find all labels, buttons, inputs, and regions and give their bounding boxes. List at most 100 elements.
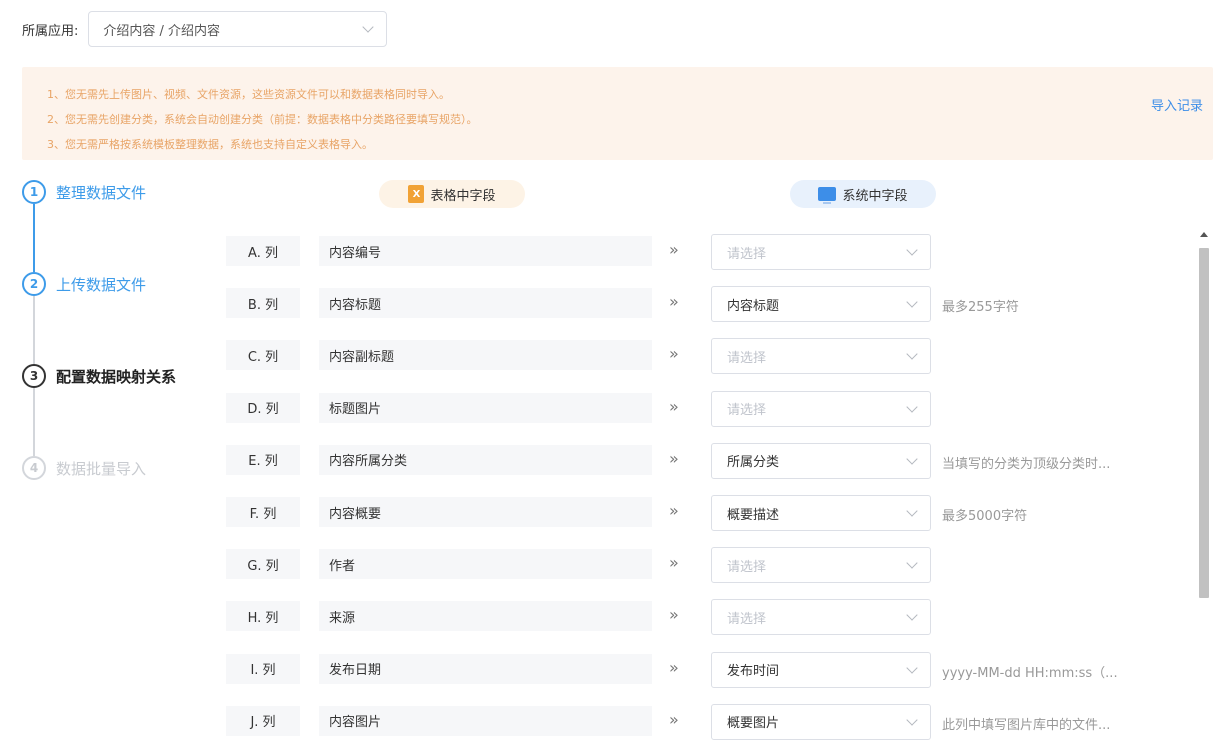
table-field-name: 标题图片 — [319, 392, 652, 423]
column-letter: E. 列 — [226, 444, 300, 475]
system-field-value: 请选择 — [727, 559, 767, 575]
chevron-down-icon — [906, 661, 918, 674]
notice-line: 3、您无需严格按系统模板整理数据，系统也支持自定义表格导入。 — [47, 138, 373, 151]
step-4: 4 数据批量导入 — [22, 456, 146, 480]
system-field-value: 请选择 — [727, 350, 767, 366]
column-letter: C. 列 — [226, 340, 300, 371]
mapping-row: B. 列内容标题» 内容标题 最多255字符 — [226, 286, 1196, 323]
mapping-row: A. 列内容编号 » 请选择 — [226, 234, 1196, 270]
step-connector — [33, 388, 35, 456]
system-field-value: 请选择 — [727, 246, 767, 262]
app-label: 所属应用: — [22, 23, 79, 39]
chevron-down-icon — [906, 609, 918, 622]
double-arrow-icon: » — [669, 292, 679, 312]
scroll-up-icon[interactable] — [1200, 232, 1208, 237]
system-field-select[interactable]: 请选择 — [711, 338, 931, 375]
step-2: 2 上传数据文件 — [22, 272, 146, 296]
chevron-down-icon — [906, 400, 918, 413]
field-hint: 当填写的分类为顶级分类时... — [942, 456, 1111, 472]
double-arrow-icon: » — [669, 396, 679, 416]
import-record-link[interactable]: 导入记录 — [1151, 95, 1203, 114]
mapping-row: J. 列内容图片 » 概要图片 此列中填写图片库中的文件... — [226, 703, 1196, 740]
double-arrow-icon: » — [669, 605, 679, 625]
double-arrow-icon: » — [669, 709, 679, 729]
double-arrow-icon: » — [669, 240, 679, 259]
step-3: 3 配置数据映射关系 — [22, 364, 176, 388]
mapping-row: C. 列内容副标题 » 请选择 — [226, 338, 1196, 375]
table-field-name: 发布日期 — [319, 653, 652, 684]
table-field-name: 内容标题 — [319, 288, 652, 319]
excel-icon: X — [408, 185, 425, 203]
double-arrow-icon: » — [669, 501, 679, 520]
table-field-name: 来源 — [319, 601, 652, 632]
app-select-value: 介绍内容 / 介绍内容 — [103, 23, 221, 39]
step-number: 2 — [22, 272, 46, 296]
chevron-down-icon — [362, 21, 375, 33]
chevron-down-icon — [906, 557, 918, 569]
step-number: 1 — [22, 180, 46, 204]
chevron-down-icon — [906, 714, 918, 726]
system-field-value: 请选择 — [727, 611, 767, 627]
chevron-down-icon — [906, 296, 918, 308]
table-field-name: 作者 — [319, 549, 652, 580]
system-field-select[interactable]: 请选择 — [711, 599, 931, 636]
notice-banner: 1、您无需先上传图片、视频、文件资源，这些资源文件可以和数据表格同时导入。 2、… — [22, 67, 1213, 160]
chevron-down-icon — [906, 453, 918, 465]
step-connector — [33, 296, 35, 364]
step-label: 整理数据文件 — [56, 183, 147, 202]
chevron-down-icon — [906, 348, 918, 361]
mapping-row: D. 列标题图片 » 请选择 — [226, 390, 1196, 427]
system-field-value: 概要描述 — [727, 507, 780, 523]
column-letter: B. 列 — [226, 288, 300, 319]
system-field-select[interactable]: 内容标题 — [711, 286, 931, 323]
table-field-name: 内容所属分类 — [319, 444, 652, 475]
system-header-label: 系统中字段 — [842, 188, 908, 204]
system-field-select[interactable]: 请选择 — [711, 390, 931, 427]
mapping-row: E. 列内容所属分类 » 所属分类 当填写的分类为顶级分类时... — [226, 442, 1196, 479]
system-field-value: 概要图片 — [727, 716, 780, 732]
step-1: 1 整理数据文件 — [22, 180, 146, 204]
scroll-thumb[interactable] — [1199, 248, 1209, 598]
table-field-name: 内容图片 — [319, 705, 652, 736]
step-label: 上传数据文件 — [56, 275, 147, 294]
field-hint: 最多5000字符 — [942, 509, 1028, 524]
system-field-select[interactable]: 请选择 — [711, 234, 931, 270]
system-field-select[interactable]: 所属分类 — [711, 442, 931, 479]
system-field-select[interactable]: 请选择 — [711, 547, 931, 584]
system-field-select[interactable]: 概要描述 — [711, 495, 931, 531]
step-number: 4 — [22, 456, 46, 480]
system-field-select[interactable]: 概要图片 — [711, 703, 931, 740]
chevron-down-icon — [906, 505, 918, 517]
column-letter: G. 列 — [226, 549, 300, 580]
double-arrow-icon: » — [669, 657, 679, 677]
field-hint: 最多255字符 — [942, 300, 1019, 316]
system-field-value: 所属分类 — [727, 455, 780, 471]
table-field-name: 内容编号 — [319, 236, 652, 266]
excel-field-header: X 表格中字段 — [379, 180, 525, 208]
system-field-select[interactable]: 发布时间 — [711, 651, 931, 688]
scrollbar[interactable] — [1197, 228, 1211, 743]
excel-header-label: 表格中字段 — [430, 188, 496, 204]
column-letter: J. 列 — [226, 705, 300, 736]
notice-line: 2、您无需先创建分类，系统会自动创建分类（前提：数据表格中分类路径要填写规范）。 — [47, 113, 478, 126]
system-field-header: 系统中字段 — [790, 180, 936, 208]
step-connector — [33, 204, 35, 272]
mapping-row: G. 列作者 » 请选择 — [226, 547, 1196, 584]
monitor-icon — [818, 187, 837, 204]
double-arrow-icon: » — [669, 344, 679, 364]
step-label: 配置数据映射关系 — [56, 367, 177, 386]
step-number: 3 — [22, 364, 46, 388]
column-letter: D. 列 — [226, 392, 300, 423]
double-arrow-icon: » — [669, 553, 679, 573]
field-hint: 此列中填写图片库中的文件... — [942, 717, 1111, 733]
column-letter: F. 列 — [226, 497, 300, 527]
app-select[interactable]: 介绍内容 / 介绍内容 — [88, 11, 388, 47]
mapping-row: I. 列发布日期 » 发布时间 yyyy-MM-dd HH:mm:ss（... — [226, 651, 1196, 688]
column-letter: I. 列 — [226, 653, 300, 684]
system-field-value: 请选择 — [727, 403, 767, 419]
notice-line: 1、您无需先上传图片、视频、文件资源，这些资源文件可以和数据表格同时导入。 — [47, 88, 450, 101]
app-selector-bar: 所属应用: 介绍内容 / 介绍内容 — [22, 11, 388, 47]
double-arrow-icon: » — [669, 448, 679, 468]
mapping-row: H. 列来源 » 请选择 — [226, 599, 1196, 636]
mapping-row: F. 列内容概要 » 概要描述 最多5000字符 — [226, 495, 1196, 531]
